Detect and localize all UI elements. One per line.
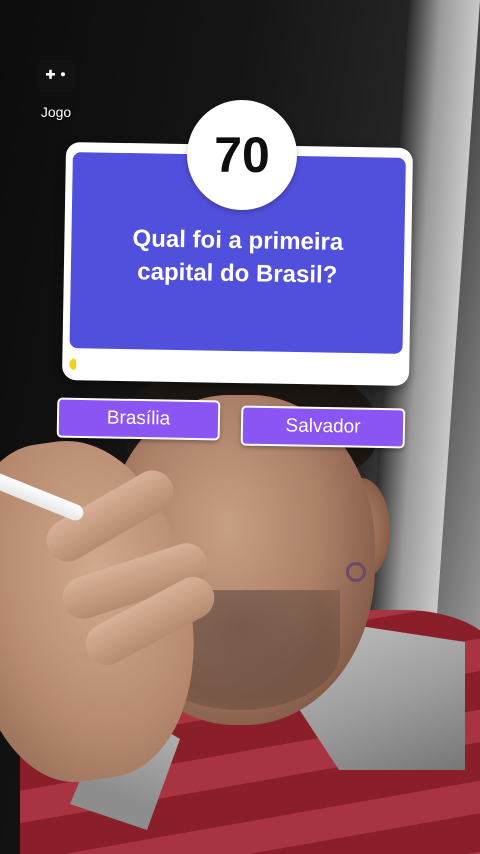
timer-bar — [69, 358, 403, 376]
answer-button-2[interactable]: Salvador — [240, 405, 406, 449]
earring — [346, 562, 366, 582]
camera-stage: Jogo Qual foi a primeira capital do Bras… — [0, 0, 480, 854]
effect-badge[interactable]: Jogo — [34, 60, 78, 120]
answer-button-1[interactable]: Brasília — [56, 397, 221, 441]
timer-bar-fill — [69, 358, 76, 371]
score-value: 70 — [214, 127, 270, 183]
score-circle: 70 — [187, 100, 297, 210]
gamepad-icon — [37, 60, 75, 92]
question-text: Qual foi a primeira capital do Brasil? — [132, 225, 344, 289]
effect-label: Jogo — [40, 104, 72, 120]
